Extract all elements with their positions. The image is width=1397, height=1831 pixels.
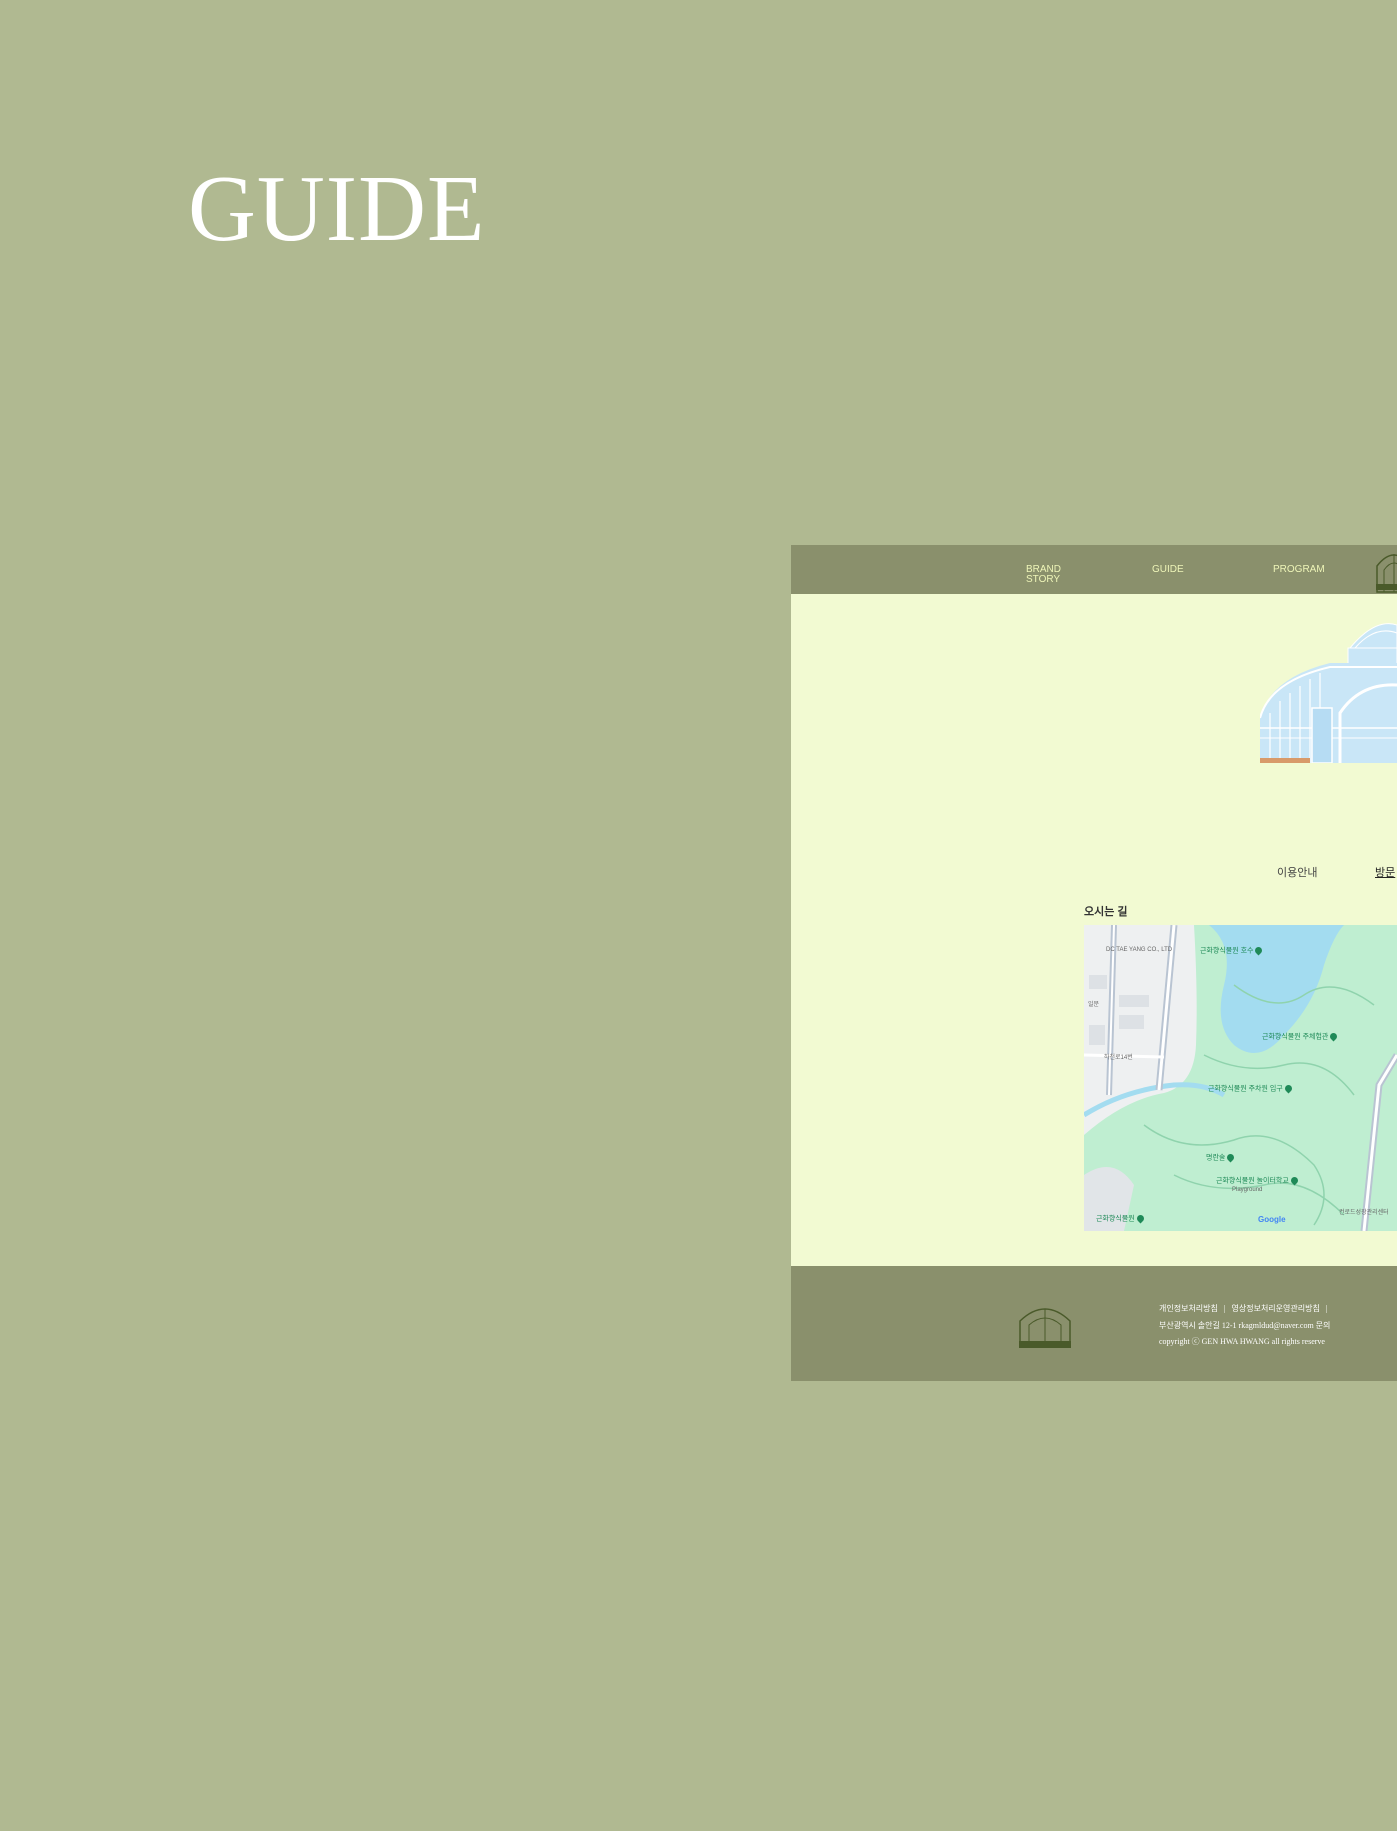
nav-item-brand-story[interactable]: BRAND STORY <box>1026 565 1061 585</box>
map-poi[interactable]: 명란술 <box>1206 1152 1236 1163</box>
page-title: GUIDE <box>188 157 486 261</box>
map-poi[interactable]: 근화향식물원 <box>1096 1213 1146 1224</box>
video-policy-link[interactable]: 영상정보처리운영관리방침 <box>1232 1304 1320 1313</box>
footer-separator: | <box>1325 1304 1328 1313</box>
footer-logo-icon <box>1019 1308 1071 1348</box>
google-logo: Google <box>1258 1215 1286 1224</box>
map-label: 일문 <box>1088 1002 1100 1008</box>
map-pin-icon <box>1225 1152 1236 1163</box>
footer-separator: | <box>1223 1304 1226 1313</box>
map-poi[interactable]: 근화향식물원 놀이터학교 <box>1216 1175 1300 1186</box>
map-pin-icon <box>1328 1031 1339 1042</box>
map-poi[interactable]: 근화향식물원 호수 <box>1200 945 1264 956</box>
map-pin-icon <box>1135 1213 1146 1224</box>
map-label: DC TAE YANG CO., LTD <box>1106 947 1173 953</box>
map-label: 하천로14번 <box>1104 1055 1133 1061</box>
greenhouse-logo-icon[interactable] <box>1371 546 1397 593</box>
footer: 개인정보처리방침 | 영상정보처리운영관리방침 | 부산광역시 솔안길 12-1 rk… <box>791 1266 1397 1381</box>
map-pin-icon <box>1289 1175 1300 1186</box>
tab-usage-info[interactable]: 이용안내 <box>1277 864 1317 880</box>
privacy-policy-link[interactable]: 개인정보처리방침 <box>1159 1304 1218 1313</box>
greenhouse-illustration <box>1260 623 1397 763</box>
section-title-directions: 오시는 길 <box>1084 906 1128 918</box>
nav-item-program[interactable]: PROGRAM <box>1273 565 1325 575</box>
map-label: Playground <box>1232 1187 1263 1193</box>
map-poi[interactable]: 근화향식물원 주체험관 <box>1262 1031 1339 1042</box>
nav-item-guide[interactable]: GUIDE <box>1152 565 1184 575</box>
top-nav: BRAND STORY GUIDE PROGRAM <box>791 545 1397 594</box>
google-map[interactable]: 근화향식물원 호수 근화향식물원 주체험관 근화향식물원 주차원 입구 명란술 … <box>1084 925 1397 1231</box>
website-mockup: BRAND STORY GUIDE PROGRAM 이용안내 방문 오시는 길 … <box>791 545 1397 1381</box>
map-pin-icon <box>1254 945 1264 956</box>
map-label: 컨로드성장관리센터 <box>1339 1210 1389 1216</box>
map-poi[interactable]: 근화향식물원 주차원 입구 <box>1208 1083 1294 1094</box>
map-pin-icon <box>1283 1083 1294 1094</box>
footer-address: 부산광역시 솔안길 12-1 rkagmldud@naver.com 문의 <box>1159 1321 1331 1330</box>
tab-visit[interactable]: 방문 <box>1375 864 1395 880</box>
footer-links: 개인정보처리방침 | 영상정보처리운영관리방침 | <box>1159 1304 1333 1314</box>
footer-copyright: copyright ⓒ GEN HWA HWANG all rights res… <box>1159 1337 1325 1346</box>
